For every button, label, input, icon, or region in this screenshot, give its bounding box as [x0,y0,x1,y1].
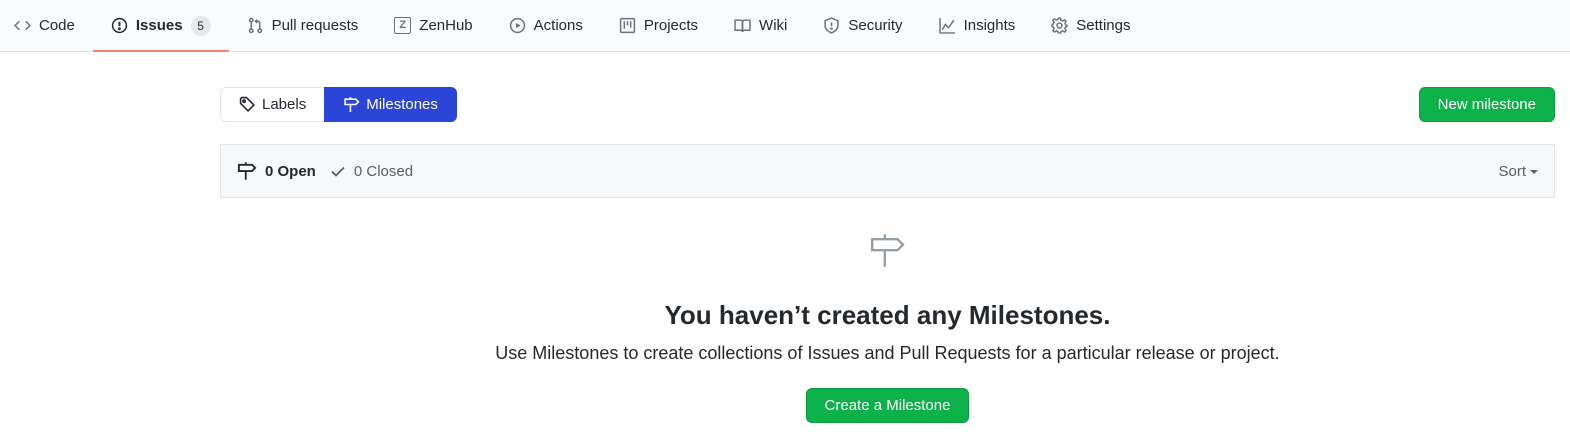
code-icon [14,20,31,31]
play-icon [509,17,525,34]
git-pull-request-icon [248,17,262,34]
tab-label: Pull requests [271,17,359,34]
tab-label: Issues [135,17,183,34]
sort-label: Sort [1498,162,1526,180]
milestone-icon [344,97,360,112]
caret-down-icon [1530,170,1538,174]
tab-security[interactable]: Security [805,1,920,52]
book-icon [734,19,751,32]
milestones-label: Milestones [366,96,438,113]
project-icon [619,17,636,34]
tab-actions[interactable]: Actions [491,1,601,52]
milestones-blankslate: You haven’t created any Milestones. Use … [220,198,1555,423]
milestones-box-header: 0 Open 0 Closed Sort [220,144,1555,198]
tab-projects[interactable]: Projects [601,1,716,52]
milestones-button[interactable]: Milestones [324,87,457,122]
new-milestone-button[interactable]: New milestone [1418,87,1555,122]
labels-button[interactable]: Labels [220,87,325,122]
issues-count-badge: 5 [190,15,211,36]
tab-wiki[interactable]: Wiki [716,1,805,52]
tab-issues[interactable]: Issues 5 [92,1,229,52]
tab-label: Security [848,17,903,34]
shield-icon [824,17,839,34]
labels-milestones-subnav: Labels Milestones [220,87,457,122]
tab-label: Wiki [759,17,788,34]
blankslate-description: Use Milestones to create collections of … [495,343,1280,363]
zenhub-icon: Z [394,17,412,34]
tab-label: Actions [533,17,583,34]
milestones-main: Labels Milestones New milestone 0 Open 0… [220,87,1555,423]
sort-dropdown[interactable]: Sort [1498,163,1538,180]
check-icon [331,166,345,177]
gear-icon [1051,17,1068,34]
tab-label: ZenHub [419,17,473,34]
milestones-toolbar: Labels Milestones New milestone [220,87,1555,122]
tab-insights[interactable]: Insights [921,1,1034,52]
tab-code[interactable]: Code [0,1,93,52]
repo-nav: Code Issues 5 Pull requests Z ZenHub Act… [0,0,1570,52]
blankslate-title: You haven’t created any Milestones. [664,300,1111,330]
tag-icon [239,96,256,113]
milestone-icon [220,232,1555,274]
tab-pull-requests[interactable]: Pull requests [229,1,377,52]
graph-icon [938,18,955,34]
milestone-icon [237,162,257,180]
tab-label: Code [39,17,75,34]
labels-label: Labels [262,96,307,113]
closed-count: 0 Closed [353,162,414,180]
create-milestone-button[interactable]: Create a Milestone [805,388,970,423]
milestone-state-filter: 0 Open 0 Closed [237,161,413,181]
tab-label: Settings [1076,17,1131,34]
tab-label: Insights [963,17,1016,34]
open-milestones-link[interactable]: 0 Open [237,161,316,181]
open-count: 0 Open [265,162,316,180]
issue-opened-icon [111,17,128,34]
tab-label: Projects [643,17,699,34]
closed-milestones-link[interactable]: 0 Closed [330,163,413,180]
tab-zenhub[interactable]: Z ZenHub [376,1,490,52]
tab-settings[interactable]: Settings [1033,1,1148,52]
